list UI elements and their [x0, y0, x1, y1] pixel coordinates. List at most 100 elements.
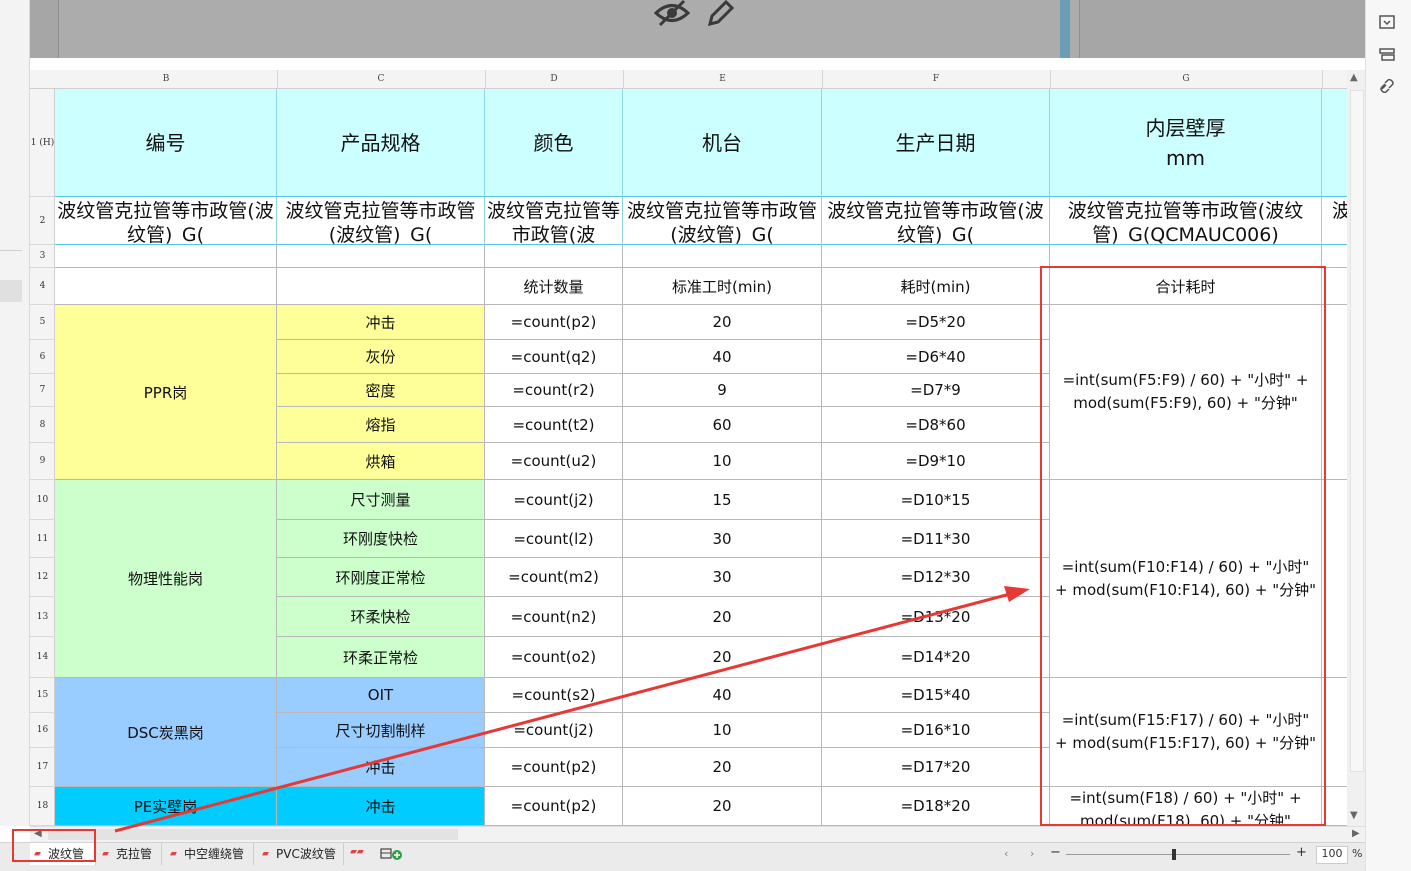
empty-cell[interactable] — [55, 245, 277, 268]
empty-cell[interactable] — [623, 245, 822, 268]
header-cell-machine[interactable]: 机台 — [623, 89, 822, 197]
time-cell[interactable]: =D8*60 — [822, 407, 1050, 443]
std-time-cell[interactable]: 10 — [623, 443, 822, 480]
row-header[interactable]: 12 — [30, 558, 55, 597]
row-header[interactable]: 8 — [30, 407, 55, 443]
item-cell[interactable]: 尺寸测量 — [277, 480, 485, 520]
row-header[interactable]: 16 — [30, 713, 55, 748]
time-cell[interactable]: =D11*30 — [822, 520, 1050, 558]
field-cell[interactable]: 波纹管克拉管等市政管(波 — [485, 197, 623, 245]
std-time-header-cell[interactable]: 标准工时(min) — [623, 268, 822, 305]
scroll-up-icon[interactable]: ▲ — [1350, 72, 1358, 83]
edit-icon[interactable] — [706, 0, 736, 26]
item-cell[interactable]: 环刚度快检 — [277, 520, 485, 558]
count-cell[interactable]: =count(n2) — [485, 597, 623, 637]
count-cell[interactable]: =count(s2) — [485, 678, 623, 713]
row-header[interactable]: 6 — [30, 340, 55, 374]
row-header[interactable]: 13 — [30, 597, 55, 637]
item-cell[interactable]: 尺寸切割制样 — [277, 713, 485, 748]
std-time-cell[interactable]: 40 — [623, 340, 822, 374]
prev-page-icon[interactable]: ‹ — [1004, 847, 1008, 860]
count-cell[interactable]: =count(j2) — [485, 713, 623, 748]
count-cell[interactable]: =count(t2) — [485, 407, 623, 443]
field-cell[interactable]: 波纹管克拉管等市政管(波纹管)_G(QCMAUC006) — [1050, 197, 1322, 245]
column-header[interactable]: B — [55, 70, 278, 89]
std-time-cell[interactable]: 10 — [623, 713, 822, 748]
group-cell-dsc[interactable]: DSC炭黑岗 — [55, 678, 277, 787]
time-cell[interactable]: =D15*40 — [822, 678, 1050, 713]
empty-cell[interactable] — [1322, 245, 1347, 268]
header-cell-color[interactable]: 颜色 — [485, 89, 623, 197]
header-cell-number[interactable]: 编号 — [55, 89, 277, 197]
horizontal-scrollbar[interactable]: ◀ ▶ — [30, 826, 1365, 842]
field-cell[interactable]: 波纹管克拉管等市政管(波纹管)_G( — [623, 197, 822, 245]
field-cell[interactable]: 波纹管克拉管等市政管(波纹管)_G( — [55, 197, 277, 245]
zoom-input[interactable]: 100 — [1316, 846, 1348, 864]
field-cell[interactable]: 波 — [1322, 197, 1347, 245]
row-header[interactable]: 7 — [30, 374, 55, 407]
time-cell[interactable]: =D9*10 — [822, 443, 1050, 480]
std-time-cell[interactable]: 20 — [623, 748, 822, 787]
header-cell-date[interactable]: 生产日期 — [822, 89, 1050, 197]
sheet-tab[interactable]: ▰ 中空缠绕管 — [166, 843, 254, 865]
std-time-cell[interactable]: 20 — [623, 597, 822, 637]
column-header[interactable]: D — [485, 70, 624, 89]
column-header[interactable]: E — [623, 70, 823, 89]
std-time-cell[interactable]: 9 — [623, 374, 822, 407]
row-header[interactable]: 2 — [30, 197, 55, 245]
count-cell[interactable]: =count(p2) — [485, 748, 623, 787]
row-header[interactable]: 4 — [30, 268, 55, 305]
field-cell[interactable]: 波纹管克拉管等市政管(波纹管)_G( — [277, 197, 485, 245]
zoom-out-button[interactable]: − — [1050, 845, 1061, 860]
link-icon[interactable] — [1378, 78, 1396, 94]
std-time-cell[interactable]: 15 — [623, 480, 822, 520]
std-time-cell[interactable]: 40 — [623, 678, 822, 713]
item-cell[interactable]: 环柔快检 — [277, 597, 485, 637]
column-header[interactable]: C — [277, 70, 486, 89]
sheet-icon[interactable]: ▰▰ — [350, 847, 376, 859]
layers-icon[interactable] — [1378, 47, 1396, 61]
row-header[interactable]: 17 — [30, 748, 55, 787]
next-page-icon[interactable]: › — [1030, 847, 1034, 860]
panel-icon[interactable] — [1378, 15, 1396, 29]
time-cell[interactable]: =D5*20 — [822, 305, 1050, 340]
row-header[interactable]: 1 (H) — [30, 89, 55, 197]
item-cell[interactable]: 密度 — [277, 374, 485, 407]
column-header[interactable]: F — [822, 70, 1051, 89]
group-cell-pe[interactable]: PE实壁岗 — [55, 787, 277, 826]
count-cell[interactable]: =count(j2) — [485, 480, 623, 520]
item-cell[interactable]: 冲击 — [277, 748, 485, 787]
row-header[interactable]: 5 — [30, 305, 55, 340]
group-cell-physical[interactable]: 物理性能岗 — [55, 480, 277, 678]
column-header[interactable]: G — [1050, 70, 1323, 89]
group-cell-ppr[interactable]: PPR岗 — [55, 305, 277, 480]
header-cell-next[interactable] — [1322, 89, 1347, 197]
count-cell[interactable]: =count(l2) — [485, 520, 623, 558]
item-cell[interactable]: 冲击 — [277, 305, 485, 340]
time-cell[interactable]: =D13*20 — [822, 597, 1050, 637]
item-cell[interactable]: 熔指 — [277, 407, 485, 443]
row-header[interactable]: 10 — [30, 480, 55, 520]
count-cell[interactable]: =count(q2) — [485, 340, 623, 374]
time-cell[interactable]: =D10*15 — [822, 480, 1050, 520]
time-cell[interactable]: =D16*10 — [822, 713, 1050, 748]
horizontal-scroll-thumb[interactable] — [48, 829, 458, 840]
header-cell-spec[interactable]: 产品规格 — [277, 89, 485, 197]
vertical-scrollbar[interactable]: ▲ ▼ — [1347, 70, 1365, 826]
row-header[interactable]: 3 — [30, 245, 55, 268]
empty-cell[interactable] — [822, 245, 1050, 268]
item-cell[interactable]: 环柔正常检 — [277, 637, 485, 678]
field-cell[interactable]: 波纹管克拉管等市政管(波纹管)_G( — [822, 197, 1050, 245]
time-cell[interactable]: =D6*40 — [822, 340, 1050, 374]
time-cell[interactable]: =D14*20 — [822, 637, 1050, 678]
item-cell[interactable]: 环刚度正常检 — [277, 558, 485, 597]
row-header[interactable]: 18 — [30, 787, 55, 826]
std-time-cell[interactable]: 20 — [623, 637, 822, 678]
time-cell[interactable]: =D17*20 — [822, 748, 1050, 787]
empty-cell[interactable] — [1050, 245, 1322, 268]
std-time-cell[interactable]: 20 — [623, 305, 822, 340]
hide-icon[interactable] — [652, 0, 692, 26]
vertical-scroll-thumb[interactable] — [1350, 90, 1364, 772]
count-cell[interactable]: =count(o2) — [485, 637, 623, 678]
header-cell-thickness[interactable]: 内层壁厚 mm — [1050, 89, 1322, 197]
